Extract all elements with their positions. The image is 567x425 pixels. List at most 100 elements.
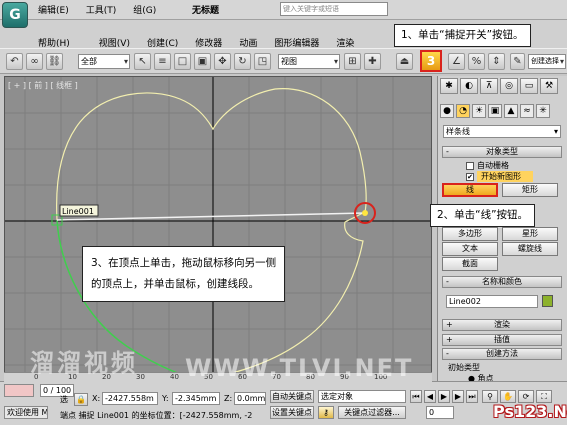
line-label: Line001 xyxy=(62,207,94,216)
snap-toggle-button[interactable]: 3 xyxy=(420,50,442,72)
unlink-icon[interactable]: ⛓ xyxy=(46,53,63,70)
systems-icon[interactable]: ✳ xyxy=(536,104,550,118)
object-name-field[interactable]: Line002 xyxy=(446,295,538,308)
rollout-rendering-label: 渲染 xyxy=(494,320,510,329)
window-crossing-icon[interactable]: ▣ xyxy=(194,53,211,70)
ngon-button[interactable]: 多边形 xyxy=(442,227,498,241)
rollout-name-color[interactable]: - 名称和颜色 xyxy=(442,276,562,288)
section-button[interactable]: 截面 xyxy=(442,257,498,271)
key-filters-button[interactable]: 关键点过滤器... xyxy=(338,406,406,419)
keyboard-shortcut-icon[interactable]: ⏏ xyxy=(396,53,413,70)
cameras-icon[interactable]: ▣ xyxy=(488,104,502,118)
progress-indicator: 0 / 100 xyxy=(40,384,74,397)
lock-selection-icon[interactable]: 🔒 xyxy=(74,393,88,406)
panel-tabs: ✱ ◐ ⊼ ◎ ▭ ⚒ xyxy=(438,76,567,96)
selection-filter-select[interactable]: 全部 xyxy=(78,54,130,69)
named-selection-set[interactable]: 创建选择 xyxy=(528,54,566,69)
move-icon[interactable]: ✥ xyxy=(214,53,231,70)
reference-coord-select[interactable]: 视图 xyxy=(278,54,340,69)
space-warps-icon[interactable]: ≈ xyxy=(520,104,534,118)
play-icon[interactable]: ▶ xyxy=(438,390,450,403)
undo-icon[interactable]: ↶ xyxy=(6,53,23,70)
object-color-swatch[interactable] xyxy=(542,295,553,307)
search-input[interactable]: 键入关键字或短语 xyxy=(280,2,388,16)
y-coordinate-field[interactable]: -2.345mm xyxy=(172,392,220,405)
next-frame-icon[interactable]: ▶ xyxy=(452,390,464,403)
rollout-creation-method[interactable]: - 创建方法 xyxy=(442,348,562,360)
callout-step3: 3、在顶点上单击，拖动鼠标移向另一侧 的顶点上，并单击鼠标，创建线段。 xyxy=(82,246,286,302)
z-coordinate-field[interactable]: 0.0mm xyxy=(234,392,266,405)
link-icon[interactable]: ∞ xyxy=(26,53,43,70)
ruler-tick-label: 40 xyxy=(170,373,179,381)
heart-shape[interactable] xyxy=(56,88,367,380)
new-line-segment[interactable] xyxy=(56,212,366,221)
auto-key-button[interactable]: 自动关键点 xyxy=(270,390,314,403)
star-button[interactable]: 星形 xyxy=(502,227,558,241)
start-new-shape-row[interactable]: ✔ 开始新图形 xyxy=(466,171,533,182)
rotate-icon[interactable]: ↻ xyxy=(234,53,251,70)
select-object-icon[interactable]: ↖ xyxy=(134,53,151,70)
site-watermark: Ps123.Net xyxy=(493,402,567,421)
rollout-interpolation[interactable]: + 插值 xyxy=(442,334,562,346)
select-by-name-icon[interactable]: ≡ xyxy=(154,53,171,70)
front-viewport[interactable]: Line001 xyxy=(4,76,432,381)
tab-hierarchy-icon[interactable]: ⊼ xyxy=(480,78,498,94)
callout-step3-line1: 3、在顶点上单击，拖动鼠标移向另一侧 xyxy=(91,257,277,269)
goto-end-icon[interactable]: ⏭ xyxy=(466,390,478,403)
start-new-shape-checkbox[interactable]: ✔ xyxy=(466,172,474,181)
lights-icon[interactable]: ☀ xyxy=(472,104,486,118)
tab-utilities-icon[interactable]: ⚒ xyxy=(540,78,558,94)
rollout-interpolation-label: 插值 xyxy=(494,335,510,344)
frame-field[interactable]: 0 xyxy=(426,406,454,419)
tab-motion-icon[interactable]: ◎ xyxy=(500,78,518,94)
create-category-icons: ● ◔ ☀ ▣ ▲ ≈ ✳ xyxy=(440,104,550,118)
command-panel: ✱ ◐ ⊼ ◎ ▭ ⚒ ● ◔ ☀ ▣ ▲ ≈ ✳ 样条线 -对象类型 自动栅格… xyxy=(437,76,567,383)
start-new-shape-button[interactable]: 开始新图形 xyxy=(477,171,533,182)
shapes-icon[interactable]: ◔ xyxy=(456,104,470,118)
shape-category-select[interactable]: 样条线 xyxy=(443,125,561,138)
auto-grid-label: 自动栅格 xyxy=(477,161,509,170)
grid xyxy=(5,77,431,380)
app-logo-icon[interactable]: G xyxy=(2,2,28,28)
auto-grid-checkbox[interactable] xyxy=(466,161,474,170)
initial-type-label: 初始类型 xyxy=(448,363,480,372)
callout-step3-line2: 的顶点上，并单击鼠标，创建线段。 xyxy=(91,278,259,290)
selected-object-select[interactable]: 选定对象 xyxy=(318,390,406,403)
percent-snap-icon[interactable]: % xyxy=(468,53,485,70)
menu-tools[interactable]: 工具(T) xyxy=(86,3,117,16)
tab-create-icon[interactable]: ✱ xyxy=(440,78,458,94)
set-key-button[interactable]: 设置关键点 xyxy=(270,406,314,419)
geometry-icon[interactable]: ● xyxy=(440,104,454,118)
line-button[interactable]: 线 xyxy=(442,183,498,197)
helpers-icon[interactable]: ▲ xyxy=(504,104,518,118)
x-label: X: xyxy=(92,394,101,403)
selected-label: 选 xyxy=(60,395,68,404)
auto-grid-row[interactable]: 自动栅格 xyxy=(466,160,509,171)
snap-point-icon xyxy=(362,210,368,216)
maxscript-listener[interactable] xyxy=(4,384,34,397)
edit-named-selection-icon[interactable]: ✎ xyxy=(510,53,525,70)
helix-button[interactable]: 螺旋线 xyxy=(502,242,558,256)
tab-modify-icon[interactable]: ◐ xyxy=(460,78,478,94)
key-icon[interactable]: ⚷ xyxy=(318,406,334,419)
viewport-label[interactable]: [ + ] [ 前 ] [ 线框 ] xyxy=(8,80,78,91)
status-message: 端点 捕捉 Line001 的坐标位置：[-2427.558mm, -2 xyxy=(60,411,253,420)
prev-frame-icon[interactable]: ◀ xyxy=(424,390,436,403)
rect-selection-icon[interactable]: □ xyxy=(174,53,191,70)
menu-group[interactable]: 组(G) xyxy=(133,3,156,16)
pivot-icon[interactable]: ⊞ xyxy=(344,53,361,70)
menu-edit[interactable]: 编辑(E) xyxy=(38,3,69,16)
rectangle-button[interactable]: 矩形 xyxy=(502,183,558,197)
select-manipulate-icon[interactable]: ✚ xyxy=(364,53,381,70)
welcome-field[interactable]: 欢迎使用 M xyxy=(4,406,48,419)
spinner-snap-icon[interactable]: ⇕ xyxy=(488,53,505,70)
rollout-name-color-label: 名称和颜色 xyxy=(482,277,522,286)
text-button[interactable]: 文本 xyxy=(442,242,498,256)
x-coordinate-field[interactable]: -2427.558m xyxy=(102,392,158,405)
scale-icon[interactable]: ◳ xyxy=(254,53,271,70)
tab-display-icon[interactable]: ▭ xyxy=(520,78,538,94)
goto-start-icon[interactable]: ⏮ xyxy=(410,390,422,403)
rollout-object-type[interactable]: - 对象类型 xyxy=(442,146,562,158)
rollout-rendering[interactable]: + 渲染 xyxy=(442,319,562,331)
angle-snap-icon[interactable]: ∠ xyxy=(448,53,465,70)
